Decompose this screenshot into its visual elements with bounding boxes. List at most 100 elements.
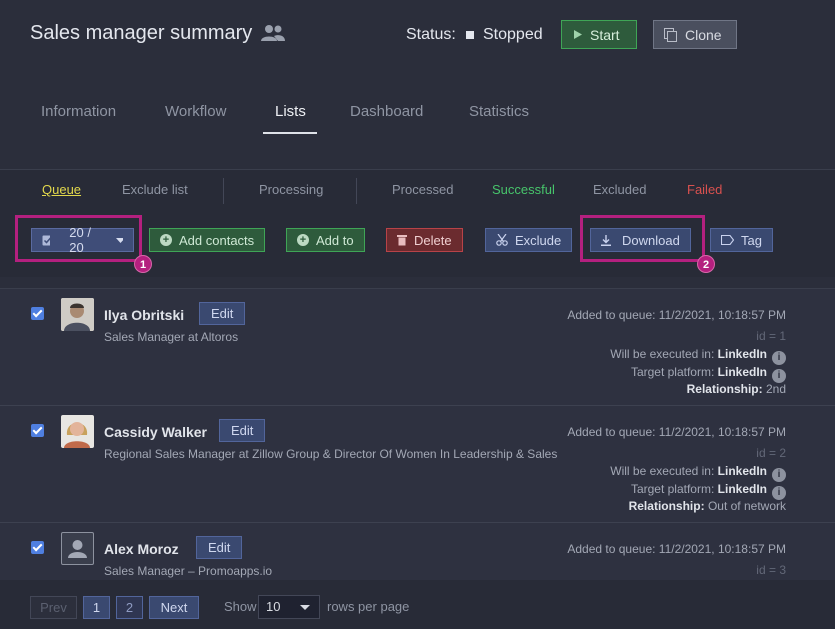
clone-label: Clone (685, 26, 722, 43)
start-button[interactable]: Start (561, 20, 637, 49)
added-to-queue: Added to queue: 11/2/2021, 10:18:57 PM (567, 308, 786, 322)
tab-workflow[interactable]: Workflow (165, 103, 226, 120)
relationship-value: Out of network (707, 499, 786, 513)
executed-label: Will be executed in: (610, 464, 715, 478)
scissors-icon (496, 234, 508, 246)
platform-value: LinkedIn (717, 365, 767, 379)
add-contacts-label: Add contacts (179, 232, 255, 248)
add-to-button[interactable]: + Add to (286, 228, 365, 252)
info-icon[interactable]: i (772, 486, 786, 500)
trash-icon (397, 235, 407, 246)
callout-badge: 1 (134, 255, 152, 273)
exclude-button[interactable]: Exclude (485, 228, 573, 252)
tag-button[interactable]: Tag (710, 228, 773, 252)
executed-value: LinkedIn (717, 464, 767, 478)
contact-headline: Regional Sales Manager at Zillow Group &… (104, 447, 558, 461)
highlight-box (15, 215, 142, 262)
subtab-processing[interactable]: Processing (259, 182, 323, 197)
tab-statistics[interactable]: Statistics (469, 103, 529, 120)
start-label: Start (590, 26, 620, 43)
relationship: Relationship: Out of network (629, 499, 786, 513)
subtab-queue[interactable]: Queue (42, 182, 81, 197)
avatar (61, 298, 94, 331)
tab-information[interactable]: Information (41, 103, 116, 120)
edit-button[interactable]: Edit (219, 419, 266, 442)
show-label: Show (224, 599, 257, 614)
list-item: Ilya Obritski Edit Sales Manager at Alto… (0, 289, 835, 406)
edit-button[interactable]: Edit (196, 536, 243, 559)
list-item: Cassidy Walker Edit Regional Sales Manag… (0, 406, 835, 523)
contact-id: id = 1 (756, 329, 786, 343)
contact-headline: Sales Manager at Altoros (104, 330, 239, 344)
contact-name[interactable]: Ilya Obritski (104, 307, 184, 323)
pagination: Prev 1 2 Next Show 10 rows per page (0, 580, 835, 629)
contact-headline: Sales Manager – Promoapps.io (104, 564, 273, 578)
plus-circle-icon: + (160, 234, 172, 246)
edit-button[interactable]: Edit (199, 302, 246, 325)
header: Sales manager summary Status: Stopped St… (0, 0, 835, 168)
play-icon (574, 30, 582, 39)
contact-list: Ilya Obritski Edit Sales Manager at Alto… (0, 288, 835, 580)
subtab-successful[interactable]: Successful (492, 182, 555, 197)
tag-icon (721, 235, 734, 245)
page-title: Sales manager summary (30, 22, 253, 44)
exclude-label: Exclude (515, 232, 562, 248)
contact-name[interactable]: Cassidy Walker (104, 424, 207, 440)
platform-label: Target platform: (630, 482, 715, 496)
info-icon[interactable]: i (772, 468, 786, 482)
people-icon (261, 25, 285, 41)
callout-badge: 2 (697, 255, 715, 273)
add-contacts-button[interactable]: + Add contacts (149, 228, 266, 252)
stopped-square-icon (466, 31, 474, 39)
relationship-value: 2nd (765, 382, 786, 396)
avatar (61, 532, 94, 565)
row-checkbox[interactable] (31, 541, 44, 554)
added-to-queue: Added to queue: 11/2/2021, 10:18:57 PM (567, 425, 786, 439)
executed-label: Will be executed in: (610, 347, 715, 361)
info-icon[interactable]: i (772, 369, 786, 383)
tab-bar: Information Workflow Lists Dashboard Sta… (0, 98, 835, 138)
default-avatar-icon (68, 540, 87, 558)
rows-per-page-select[interactable]: 10 (258, 595, 320, 619)
status-value: Stopped (483, 26, 543, 43)
tag-label: Tag (741, 232, 762, 248)
tab-lists[interactable]: Lists (275, 103, 306, 120)
executed-value: LinkedIn (717, 347, 767, 361)
subtab-exclude-list[interactable]: Exclude list (122, 182, 188, 197)
list-item: Alex Moroz Edit Sales Manager – Promoapp… (0, 523, 835, 580)
prev-page-button[interactable]: Prev (30, 596, 77, 619)
clone-icon (664, 27, 677, 42)
platform-label: Target platform: (630, 365, 715, 379)
executed-in: Will be executed in: LinkedIn i (610, 464, 786, 482)
divider (356, 178, 357, 204)
next-page-button[interactable]: Next (149, 596, 199, 619)
toolbar: 20 / 20 + Add contacts + Add to Delete E… (0, 209, 835, 277)
row-checkbox[interactable] (31, 307, 44, 320)
executed-in: Will be executed in: LinkedIn i (610, 347, 786, 365)
contact-name[interactable]: Alex Moroz (104, 541, 179, 557)
target-platform: Target platform: LinkedIn i (631, 482, 786, 500)
status-label: Status: (406, 26, 456, 43)
subtab-failed[interactable]: Failed (687, 182, 722, 197)
rows-per-page-value: 10 (266, 599, 281, 614)
chevron-down-icon (300, 605, 310, 610)
subtab-excluded[interactable]: Excluded (593, 182, 646, 197)
rows-per-page-label: rows per page (327, 599, 410, 614)
row-checkbox[interactable] (31, 424, 44, 437)
divider (223, 178, 224, 204)
person-photo-icon (61, 298, 94, 331)
add-to-label: Add to (316, 232, 354, 248)
page-1-button[interactable]: 1 (83, 596, 110, 619)
subtab-processed[interactable]: Processed (392, 182, 453, 197)
avatar (61, 415, 94, 448)
page-2-button[interactable]: 2 (116, 596, 143, 619)
info-icon[interactable]: i (772, 351, 786, 365)
added-to-queue: Added to queue: 11/2/2021, 10:18:57 PM (567, 542, 786, 556)
tab-dashboard[interactable]: Dashboard (350, 103, 423, 120)
relationship-label: Relationship: (686, 382, 763, 396)
plus-circle-icon: + (297, 234, 309, 246)
clone-button[interactable]: Clone (653, 20, 737, 49)
relationship: Relationship: 2nd (687, 382, 786, 396)
target-platform: Target platform: LinkedIn i (631, 365, 786, 383)
delete-button[interactable]: Delete (386, 228, 463, 252)
